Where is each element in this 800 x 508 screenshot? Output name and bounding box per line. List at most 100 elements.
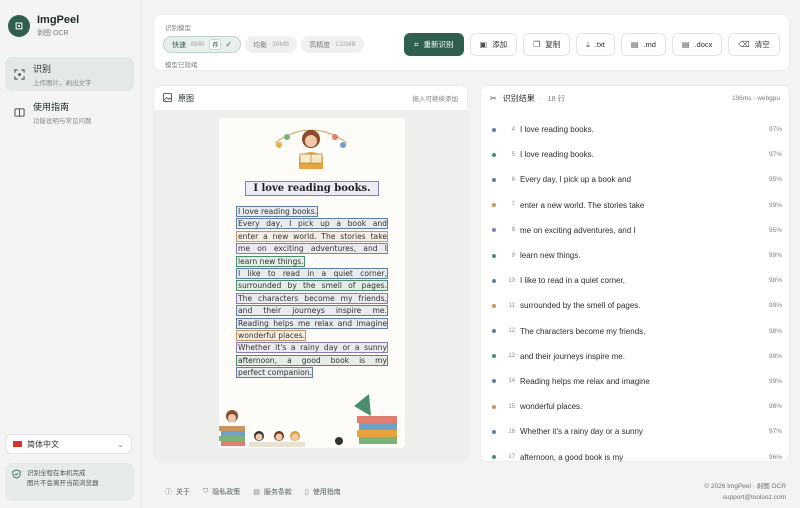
footer-link-guide[interactable]: ▯ 使用指南 (305, 487, 341, 497)
result-row[interactable]: 15 wonderful places. 98% (481, 394, 791, 419)
results-list: 4 I love reading books. 97% 5 I love reading… (481, 117, 791, 470)
result-row[interactable]: 6 Every day, I pick up a book and 95% (481, 167, 791, 192)
confidence: 98% (768, 277, 782, 285)
footer-link-privacy[interactable]: ⛉ 隐私政策 (203, 487, 240, 497)
ocr-text-box[interactable]: perfect companion. (236, 367, 314, 379)
rescan-button[interactable]: ⌗ 重新识别 (404, 33, 464, 56)
line-number: 9 (511, 252, 515, 259)
add-button[interactable]: ▣ 添加 (469, 33, 518, 56)
line-number: 13 (508, 353, 515, 360)
ocr-text-box[interactable]: The characters become my friends, (236, 292, 388, 304)
export-md-button[interactable]: ▤ .md (620, 33, 666, 56)
line-number: 16 (508, 428, 515, 435)
result-row[interactable]: 9 learn new things. 99% (481, 243, 791, 268)
result-text: The characters become my friends, (520, 326, 646, 336)
confidence: 96% (768, 453, 782, 461)
result-row[interactable]: 5 I love reading books. 97% (481, 142, 791, 167)
result-text: and their journeys inspire me. (520, 351, 625, 361)
ocr-text-box[interactable]: wonderful places. (236, 330, 307, 341)
results-panel: ✂ 识别结果 · 18 行 196ms · webgpu 4I love rea… (480, 85, 790, 462)
ocr-text-box[interactable]: Whether it's a rainy day or a sunny (236, 342, 388, 354)
line-number: 5 (511, 151, 515, 158)
image-dropzone[interactable]: I love reading books. I love reading boo… (154, 110, 469, 463)
support-email[interactable]: support@toolooz.com (704, 492, 786, 503)
docx-label: .docx (694, 40, 713, 49)
ocr-text-box[interactable]: Reading helps me relax and imagine (236, 317, 388, 329)
ocr-text-box[interactable]: afternoon, a good book is my (236, 354, 388, 366)
result-text: enter a new world. The stories take (520, 200, 645, 210)
ocr-text-box[interactable]: surrounded by the smell of pages. (236, 280, 388, 292)
ocr-text-box[interactable]: Every day, I pick up a book and (236, 218, 388, 230)
model-name: 高精度 (309, 41, 331, 49)
clear-button[interactable]: ⌫ 清空 (728, 33, 780, 56)
ocr-text-box[interactable]: I love reading books. (236, 206, 319, 217)
line-number: 14 (508, 378, 515, 385)
toolbar: 识别模型 快速 6MB 荐 ✓ 均衡 30MB 高精度 132MB 模型已就绪 … (153, 14, 790, 71)
result-text: learn new things. (520, 251, 581, 261)
color-dot (492, 203, 496, 208)
footer-link-terms[interactable]: ▤ 服务条款 (253, 487, 292, 497)
color-dot (492, 253, 496, 258)
txt-label: .txt (594, 40, 605, 49)
ocr-text-box[interactable]: me on exciting adventures, and I (236, 243, 388, 255)
ocr-text-box[interactable]: enter a new world. The stories take (236, 230, 388, 242)
result-row[interactable]: 13 and their journeys inspire me. 99% (481, 344, 791, 369)
md-label: .md (643, 40, 656, 49)
brand[interactable]: ⊡ ImgPeel 剥图 OCR (8, 14, 79, 38)
model-size: 6MB (191, 41, 205, 48)
result-text: afternoon, a good book is my (520, 452, 624, 462)
source-image: I love reading books. I love reading boo… (219, 118, 405, 448)
kids-books-illustration (219, 394, 397, 447)
image-icon (163, 92, 172, 104)
sidebar: ⊡ ImgPeel 剥图 OCR 识别 上传图片，剥出文字 使用指南 功能说明与… (0, 0, 142, 508)
line-number: 4 (511, 126, 515, 133)
color-dot (492, 177, 496, 182)
color-dot (492, 278, 496, 283)
export-docx-button[interactable]: ▤ .docx (671, 33, 723, 56)
result-row[interactable]: 11 surrounded by the smell of pages. 99% (481, 293, 791, 318)
brand-name: ImgPeel (37, 14, 80, 26)
model-option-accurate[interactable]: 高精度 132MB (301, 36, 364, 53)
language-select[interactable]: 简体中文 ⌄ (5, 434, 132, 454)
copy-button[interactable]: ❐ 复制 (523, 33, 571, 56)
scissors-icon: ✂ (490, 93, 497, 103)
add-label: 添加 (492, 40, 508, 49)
result-row[interactable]: 7 enter a new world. The stories take 99% (481, 193, 791, 218)
result-text: Whether it's a rainy day or a sunny (520, 427, 643, 437)
eraser-icon: ⌫ (738, 40, 750, 49)
result-row[interactable]: 4 I love reading books. 97% (481, 117, 791, 142)
book-icon (11, 104, 27, 120)
sidebar-item-guide[interactable]: 使用指南 功能说明与常见问题 (5, 95, 134, 129)
result-text: I love reading books. (520, 125, 594, 135)
result-row[interactable]: 10 I like to read in a quiet corner, 98% (481, 268, 791, 293)
model-option-balanced[interactable]: 均衡 30MB (245, 36, 298, 53)
language-label: 简体中文 (27, 439, 59, 449)
recommended-badge: 荐 (209, 39, 222, 50)
sidebar-item-recognize[interactable]: 识别 上传图片，剥出文字 (5, 57, 134, 91)
scan-plus-icon: ⊡ (8, 15, 30, 37)
copyright: © 2026 ImgPeel · 剥图 OCR (704, 483, 786, 490)
footer-link-about[interactable]: ⓘ 关于 (165, 487, 190, 497)
sidebar-item-title: 使用指南 (33, 101, 70, 112)
model-option-fast[interactable]: 快速 6MB 荐 ✓ (163, 36, 242, 53)
result-row[interactable]: 12 The characters become my friends, 98% (481, 319, 791, 344)
line-number: 10 (508, 277, 515, 284)
result-row[interactable]: 16 Whether it's a rainy day or a sunny 97% (481, 419, 791, 444)
result-row[interactable]: 17 afternoon, a good book is my 96% (481, 444, 791, 469)
footer: ⓘ 关于 ⛉ 隐私政策 ▤ 服务条款 ▯ 使用指南 © 2026 ImgPeel… (153, 476, 790, 504)
export-txt-button[interactable]: ⤓ .txt (576, 33, 615, 56)
ocr-text-box[interactable]: learn new things. (236, 255, 305, 267)
result-row[interactable]: 14 Reading helps me relax and imagine 99% (481, 369, 791, 394)
sidebar-item-title: 识别 (33, 63, 52, 74)
image-panel-title: 原图 (178, 93, 194, 103)
result-row[interactable]: 8 me on exciting adventures, and I 95% (481, 218, 791, 243)
ocr-text-box[interactable]: I like to read in a quiet corner, (236, 268, 388, 279)
download-icon: ⤓ (586, 39, 590, 49)
model-selector: 快速 6MB 荐 ✓ 均衡 30MB 高精度 132MB (163, 36, 368, 53)
ocr-text-box[interactable]: and their journeys inspire me. (236, 305, 388, 317)
confidence: 97% (768, 126, 782, 134)
color-dot (492, 379, 496, 384)
footer-link-label: 隐私政策 (212, 489, 241, 496)
line-number: 17 (508, 454, 515, 461)
privacy-line: 识别全程在本机完成 (27, 470, 86, 477)
